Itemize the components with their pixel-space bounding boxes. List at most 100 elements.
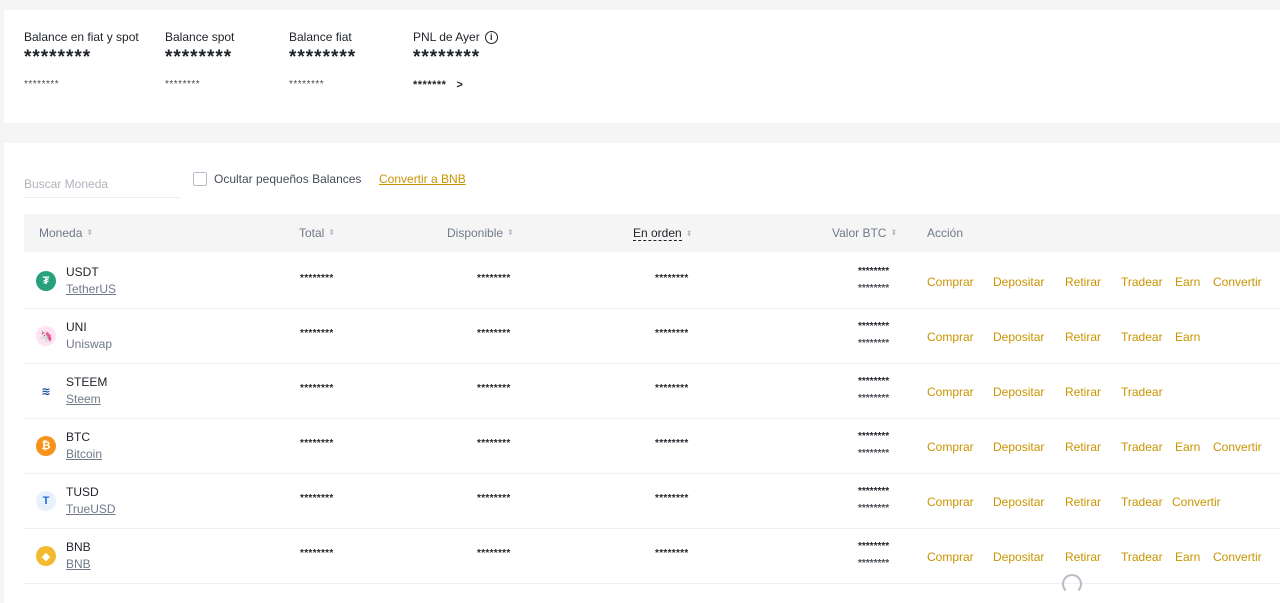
bitcoin-icon: ₿ — [36, 436, 56, 456]
header-btc-value[interactable]: Valor BTC ⬍ — [832, 226, 897, 240]
spot-balance: Balance spot ******** ******** — [165, 30, 234, 90]
action-retirar-button[interactable]: Retirar — [1065, 275, 1101, 289]
action-comprar-button[interactable]: Comprar — [927, 330, 974, 344]
coin-name-link[interactable]: Uniswap — [66, 337, 112, 351]
table-row: ≋ STEEM Steem ******** ******** ******** *****… — [24, 363, 1280, 419]
action-depositar-button[interactable]: Depositar — [993, 440, 1044, 454]
action-tradear-button[interactable]: Tradear — [1121, 495, 1163, 509]
sort-icon: ⬍ — [890, 228, 898, 237]
header-total[interactable]: Total ⬍ — [299, 226, 335, 240]
sort-icon: ⬍ — [685, 228, 693, 238]
action-convertir-button[interactable]: Convertir — [1213, 275, 1262, 289]
action-earn-button[interactable]: Earn — [1175, 550, 1200, 564]
action-earn-button[interactable]: Earn — [1175, 440, 1200, 454]
coin-name-link[interactable]: Steem — [66, 392, 101, 406]
coin-name-link[interactable]: TrueUSD — [66, 502, 116, 516]
total-value: ******** — [300, 273, 334, 284]
header-action: Acción — [927, 226, 964, 240]
in-order-value: ******** — [655, 328, 689, 339]
pnl-sub: ******* — [413, 79, 447, 91]
info-icon[interactable]: i — [484, 30, 498, 44]
fiat-balance-label: Balance fiat — [289, 30, 352, 44]
in-order-value: ******** — [655, 493, 689, 504]
fiat-balance-sub: ******** — [289, 79, 325, 90]
pnl-details-link[interactable]: ******* > — [413, 79, 498, 91]
available-value: ******** — [477, 383, 511, 394]
total-value: ******** — [300, 438, 334, 449]
table-row: 🦄 UNI Uniswap ******** ******** ******** *****… — [24, 308, 1280, 364]
balance-summary-card: Balance en fiat y spot ******** ********… — [4, 10, 1280, 123]
convert-to-bnb-link[interactable]: Convertir a BNB — [379, 172, 466, 186]
action-convertir-button[interactable]: Convertir — [1213, 440, 1262, 454]
action-comprar-button[interactable]: Comprar — [927, 495, 974, 509]
fiat-spot-balance-sub: ******** — [24, 79, 60, 90]
chevron-right-icon: > — [456, 79, 464, 91]
table-row: ₮ USDT TetherUS ******** ******** ******** ***… — [24, 253, 1280, 309]
btc-value: ******** — [858, 321, 890, 332]
search-coin-input[interactable] — [24, 167, 180, 198]
action-tradear-button[interactable]: Tradear — [1121, 275, 1163, 289]
coin-name-link[interactable]: TetherUS — [66, 282, 116, 296]
coin-symbol: BTC — [66, 430, 90, 444]
fiat-balance: Balance fiat ******** ******** — [289, 30, 356, 90]
tether-icon: ₮ — [36, 271, 56, 291]
btc-value: ******** — [858, 541, 890, 552]
action-tradear-button[interactable]: Tradear — [1121, 550, 1163, 564]
action-comprar-button[interactable]: Comprar — [927, 440, 974, 454]
pnl-value: ******** — [413, 47, 481, 68]
btc-value-fiat: ******** — [858, 503, 890, 514]
available-value: ******** — [477, 493, 511, 504]
table-row: ₿ BTC Bitcoin ******** ******** ******** *****… — [24, 418, 1280, 474]
btc-value: ******** — [858, 431, 890, 442]
action-earn-button[interactable]: Earn — [1175, 330, 1200, 344]
action-depositar-button[interactable]: Depositar — [993, 495, 1044, 509]
assets-card: Ocultar pequeños Balances Convertir a BN… — [4, 143, 1280, 603]
hide-small-balances-toggle[interactable]: Ocultar pequeños Balances — [193, 172, 361, 186]
checkbox[interactable] — [193, 172, 207, 186]
coin-name-link[interactable]: BNB — [66, 557, 91, 571]
action-comprar-button[interactable]: Comprar — [927, 550, 974, 564]
action-retirar-button[interactable]: Retirar — [1065, 385, 1101, 399]
total-value: ******** — [300, 493, 334, 504]
loading-spinner-icon — [1062, 574, 1082, 594]
coin-symbol: USDT — [66, 265, 99, 279]
action-comprar-button[interactable]: Comprar — [927, 275, 974, 289]
total-value: ******** — [300, 548, 334, 559]
action-tradear-button[interactable]: Tradear — [1121, 330, 1163, 344]
fiat-balance-value: ******** — [289, 47, 357, 68]
action-convertir-button[interactable]: Convertir — [1213, 550, 1262, 564]
in-order-value: ******** — [655, 438, 689, 449]
btc-value: ******** — [858, 486, 890, 497]
header-available[interactable]: Disponible ⬍ — [447, 226, 514, 240]
action-depositar-button[interactable]: Depositar — [993, 385, 1044, 399]
action-depositar-button[interactable]: Depositar — [993, 330, 1044, 344]
action-depositar-button[interactable]: Depositar — [993, 275, 1044, 289]
action-convertir-button[interactable]: Convertir — [1172, 495, 1221, 509]
coin-name-link[interactable]: Bitcoin — [66, 447, 102, 461]
action-tradear-button[interactable]: Tradear — [1121, 385, 1163, 399]
pnl-balance: PNL de Ayer i ******** ******* > — [413, 30, 498, 91]
coin-symbol: UNI — [66, 320, 87, 334]
btc-value-fiat: ******** — [858, 338, 890, 349]
action-retirar-button[interactable]: Retirar — [1065, 440, 1101, 454]
bnb-icon: ◆ — [36, 546, 56, 566]
sort-icon: ⬍ — [86, 228, 94, 237]
header-coin[interactable]: Moneda ⬍ — [39, 226, 93, 240]
action-depositar-button[interactable]: Depositar — [993, 550, 1044, 564]
btc-value: ******** — [858, 376, 890, 387]
spot-balance-sub: ******** — [165, 79, 201, 90]
coin-symbol: BNB — [66, 540, 91, 554]
btc-value-fiat: ******** — [858, 393, 890, 404]
action-retirar-button[interactable]: Retirar — [1065, 550, 1101, 564]
action-tradear-button[interactable]: Tradear — [1121, 440, 1163, 454]
action-comprar-button[interactable]: Comprar — [927, 385, 974, 399]
fiat-spot-balance-value: ******** — [24, 47, 92, 68]
coin-symbol: TUSD — [66, 485, 99, 499]
action-retirar-button[interactable]: Retirar — [1065, 495, 1101, 509]
total-value: ******** — [300, 328, 334, 339]
header-in-order[interactable]: En orden ⬍ — [633, 226, 692, 241]
pnl-label: PNL de Ayer — [413, 30, 480, 44]
action-retirar-button[interactable]: Retirar — [1065, 330, 1101, 344]
available-value: ******** — [477, 548, 511, 559]
action-earn-button[interactable]: Earn — [1175, 275, 1200, 289]
